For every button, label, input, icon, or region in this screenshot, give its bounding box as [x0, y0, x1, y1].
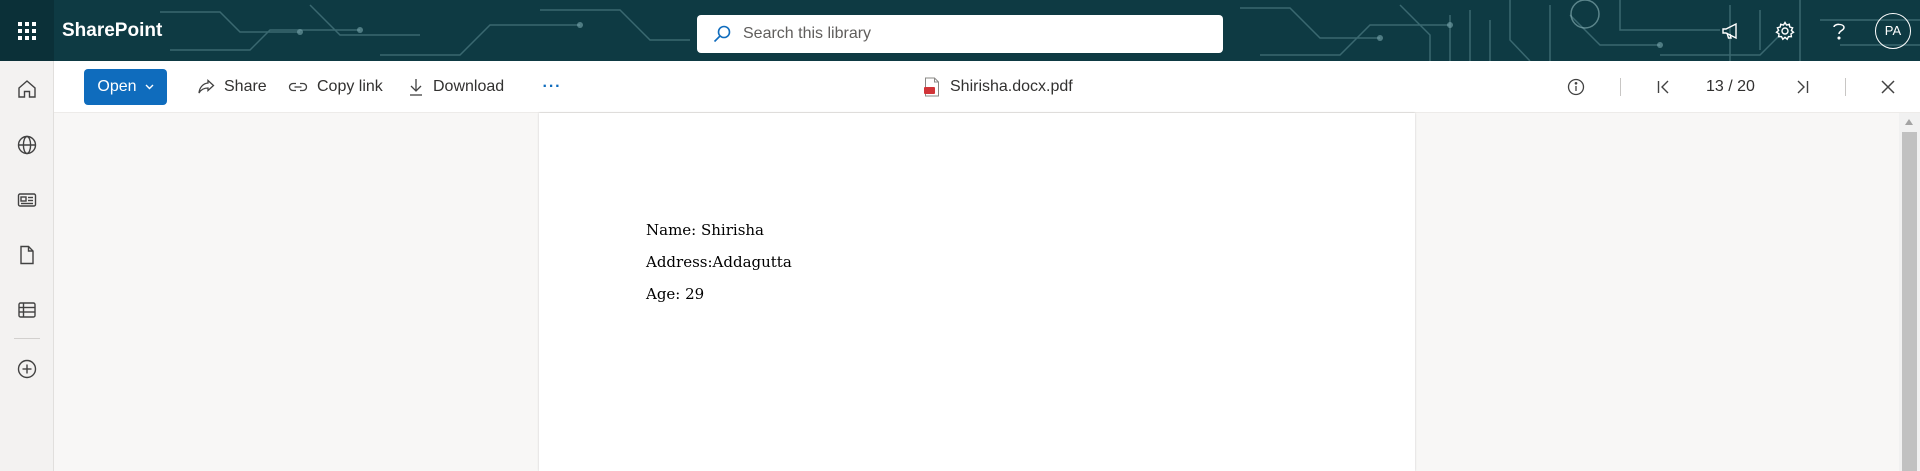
document-page: Name: Shirisha Address:Addagutta Age: 29: [539, 113, 1415, 471]
home-icon: [18, 80, 36, 98]
search-input[interactable]: Search this library: [743, 25, 871, 43]
details-button[interactable]: [1560, 71, 1592, 103]
help-icon: [1833, 23, 1845, 40]
share-label: Share: [224, 78, 267, 95]
rail-item-home[interactable]: [0, 67, 54, 111]
info-icon: [1567, 78, 1585, 96]
download-label: Download: [433, 78, 505, 95]
toolbar-divider: [1845, 78, 1846, 96]
left-rail: [0, 61, 54, 471]
rail-item-lists[interactable]: [0, 288, 54, 332]
copy-link-label: Copy link: [317, 78, 383, 95]
globe-icon: [17, 135, 37, 155]
copy-link-button[interactable]: Copy link: [288, 61, 383, 113]
more-actions-button[interactable]: ···: [536, 61, 568, 113]
document-line-address: Address:Addagutta: [646, 253, 792, 271]
avatar[interactable]: PA: [1875, 12, 1911, 49]
vertical-scrollbar[interactable]: [1899, 113, 1920, 471]
settings-button[interactable]: [1758, 0, 1812, 61]
next-icon: [1797, 80, 1809, 94]
download-button[interactable]: Download: [408, 61, 504, 113]
megaphone-icon: [1722, 22, 1737, 39]
scroll-thumb[interactable]: [1902, 132, 1917, 471]
rail-item-create[interactable]: [0, 347, 54, 391]
download-icon: [410, 79, 422, 96]
open-button[interactable]: Open: [84, 69, 167, 105]
file-name: Shirisha.docx.pdf: [950, 78, 1073, 95]
close-button[interactable]: [1872, 71, 1904, 103]
news-icon: [17, 193, 37, 207]
help-button[interactable]: [1812, 0, 1866, 61]
previous-file-button[interactable]: [1648, 71, 1680, 103]
rail-divider: [14, 338, 40, 339]
chevron-down-icon: [145, 84, 154, 90]
document-viewer: Name: Shirisha Address:Addagutta Age: 29: [55, 113, 1899, 471]
feedback-button[interactable]: [1704, 0, 1758, 61]
open-button-label: Open: [97, 78, 137, 95]
link-icon: [288, 82, 308, 92]
previous-icon: [1657, 80, 1669, 94]
suite-actions: PA: [1704, 0, 1920, 61]
search-icon: [713, 25, 731, 43]
files-icon: [20, 245, 34, 265]
share-icon: [198, 79, 215, 94]
page-indicator: 13 / 20: [1706, 78, 1755, 95]
rail-item-sites[interactable]: [0, 123, 54, 167]
gear-icon: [1775, 20, 1795, 40]
toolbar-divider: [1620, 78, 1621, 96]
rail-item-files[interactable]: [0, 233, 54, 277]
pdf-file-icon: [924, 77, 939, 97]
next-file-button[interactable]: [1786, 71, 1818, 103]
share-button[interactable]: Share: [197, 61, 267, 113]
file-title: Shirisha.docx.pdf: [924, 61, 1073, 113]
scroll-up-arrow[interactable]: [1905, 119, 1913, 125]
suite-bar: SharePoint Search this library PA: [0, 0, 1920, 61]
close-icon: [1881, 80, 1895, 94]
app-name-link[interactable]: SharePoint: [62, 0, 162, 61]
rail-item-news[interactable]: [0, 178, 54, 222]
app-launcher-button[interactable]: [0, 0, 54, 61]
search-box[interactable]: Search this library: [697, 15, 1223, 53]
document-line-name: Name: Shirisha: [646, 221, 764, 239]
waffle-icon: [18, 21, 36, 40]
create-icon: [17, 359, 37, 379]
document-line-age: Age: 29: [646, 285, 705, 303]
account-button[interactable]: PA: [1866, 0, 1920, 61]
lists-icon: [18, 302, 36, 318]
command-bar: Open Share Copy link Download ··· Shiris…: [54, 61, 1920, 113]
